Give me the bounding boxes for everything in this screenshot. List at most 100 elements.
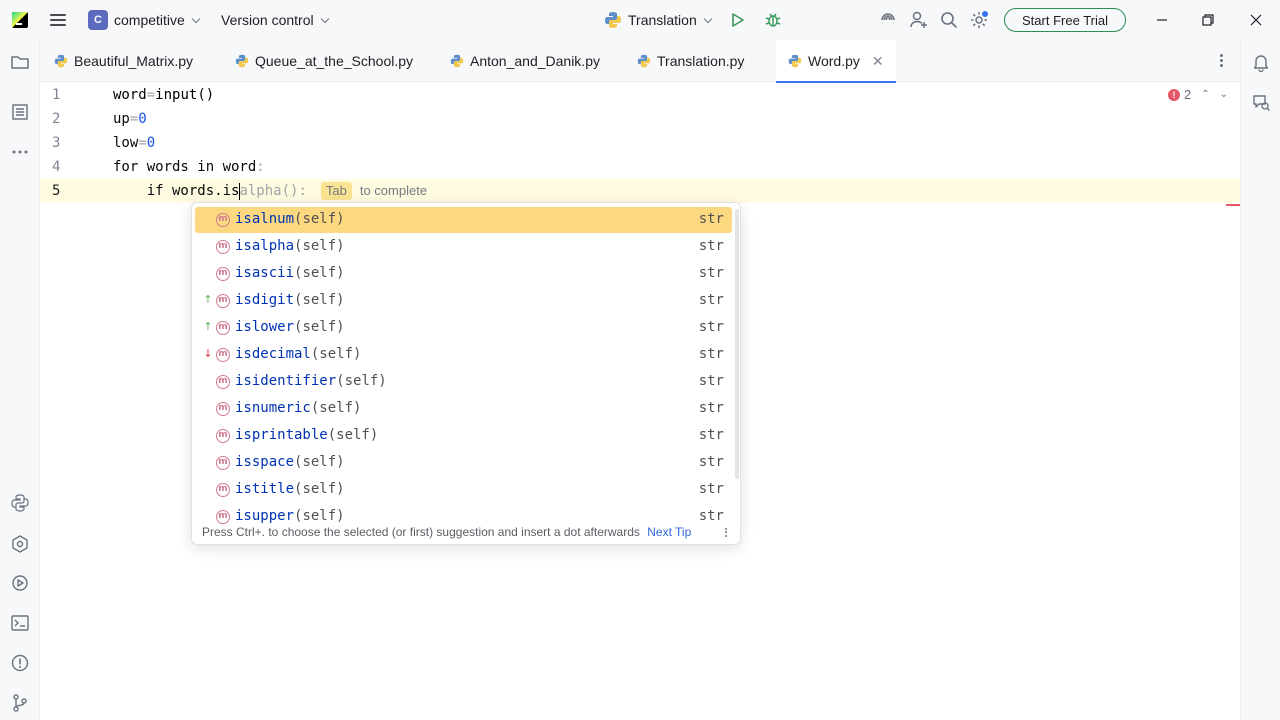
completion-footer: Press Ctrl+. to choose the selected (or … <box>192 519 740 544</box>
code-line-current: 5 if words.isalpha(): Tab to complete <box>40 179 1240 203</box>
completion-item[interactable]: m isascii(self) str <box>195 261 732 287</box>
code-text: word=input() <box>113 87 215 103</box>
version-control-menu[interactable]: Version control <box>221 12 329 28</box>
line-number: 5 <box>52 183 61 199</box>
method-icon: m <box>216 429 230 443</box>
start-free-trial-button[interactable]: Start Free Trial <box>1004 8 1126 32</box>
tab-anton-and-danik[interactable]: Anton_and_Danik.py <box>450 40 600 82</box>
completion-item-name: isspace(self) <box>235 454 345 470</box>
tab-translation[interactable]: Translation.py <box>637 40 744 82</box>
tab-hint-text: to complete <box>359 183 428 198</box>
close-window-icon[interactable] <box>1246 10 1266 30</box>
main-menu-icon[interactable] <box>48 11 68 29</box>
tab-queue-at-the-school[interactable]: Queue_at_the_School.py <box>235 40 413 82</box>
services-icon[interactable] <box>10 534 30 554</box>
completion-item[interactable]: m isidentifier(self) str <box>195 369 732 395</box>
project-badge[interactable]: C <box>88 10 108 30</box>
code-line: 3 low=0 <box>40 131 1240 155</box>
completion-item-type: str <box>698 454 724 470</box>
ai-assistant-icon[interactable] <box>878 10 898 30</box>
completion-item[interactable]: m isspace(self) str <box>195 450 732 476</box>
completion-item-name: islower(self) <box>235 319 345 335</box>
line-number: 1 <box>52 87 61 103</box>
completion-item[interactable]: ↓ m isdecimal(self) str <box>195 342 732 368</box>
completion-item-name: isprintable(self) <box>235 427 379 443</box>
completion-options-icon[interactable] <box>724 526 728 540</box>
rank-up-arrow-icon: ↑ <box>203 320 213 333</box>
completion-item[interactable]: ↑ m islower(self) str <box>195 315 732 341</box>
minimize-icon[interactable] <box>1152 10 1172 30</box>
next-problem-icon[interactable]: ⌄ <box>1220 89 1228 100</box>
left-tool-strip <box>0 40 40 720</box>
completion-item[interactable]: m isprintable(self) str <box>195 423 732 449</box>
error-icon: ! <box>1168 88 1180 101</box>
python-file-icon <box>637 54 651 68</box>
settings-gear-icon[interactable] <box>969 10 989 30</box>
run-icon[interactable] <box>730 12 746 28</box>
method-icon: m <box>216 483 230 497</box>
method-icon: m <box>216 267 230 281</box>
ai-chat-icon[interactable] <box>1251 92 1271 112</box>
more-tools-icon[interactable] <box>10 142 30 162</box>
line-number: 2 <box>52 111 61 127</box>
problems-icon[interactable] <box>10 653 30 673</box>
completion-item[interactable]: m isalpha(self) str <box>195 234 732 260</box>
run-configuration-selector[interactable]: Translation <box>628 12 712 28</box>
notifications-bell-icon[interactable] <box>1251 52 1271 72</box>
version-control-icon[interactable] <box>10 693 30 713</box>
code-line: 2 up=0 <box>40 107 1240 131</box>
inspection-widget[interactable]: ! 2 ⌃ ⌄ <box>1168 87 1228 102</box>
editor-tab-bar: Beautiful_Matrix.py Queue_at_the_School.… <box>40 40 1240 83</box>
python-file-icon <box>605 12 621 28</box>
completion-item-name: isidentifier(self) <box>235 373 387 389</box>
popup-scrollbar[interactable] <box>735 209 739 479</box>
version-control-label: Version control <box>221 12 314 28</box>
close-tab-icon[interactable]: ✕ <box>872 53 884 70</box>
tab-label: Queue_at_the_School.py <box>255 53 414 69</box>
completion-item[interactable]: m istitle(self) str <box>195 477 732 503</box>
previous-problem-icon[interactable]: ⌃ <box>1201 89 1209 100</box>
completion-tip-text: Press Ctrl+. to choose the selected (or … <box>202 525 640 539</box>
method-icon: m <box>216 321 230 335</box>
restore-icon[interactable] <box>1198 10 1218 30</box>
completion-item-type: str <box>698 292 724 308</box>
completion-item[interactable]: m isnumeric(self) str <box>195 396 732 422</box>
project-folder-icon[interactable] <box>10 52 30 72</box>
structure-icon[interactable] <box>10 102 30 122</box>
terminal-icon[interactable] <box>10 613 30 633</box>
tab-beautiful-matrix[interactable]: Beautiful_Matrix.py <box>54 40 193 82</box>
run-tool-icon[interactable] <box>10 573 30 593</box>
completion-item-type: str <box>698 346 724 362</box>
python-packages-icon[interactable] <box>10 493 30 513</box>
tab-options-icon[interactable] <box>1218 52 1224 70</box>
project-name: competitive <box>114 12 185 28</box>
next-tip-link[interactable]: Next Tip <box>647 525 691 539</box>
method-icon: m <box>216 240 230 254</box>
completion-item-type: str <box>698 319 724 335</box>
completion-item-type: str <box>698 238 724 254</box>
method-icon: m <box>216 213 230 227</box>
python-file-icon <box>450 54 464 68</box>
rank-up-arrow-icon: ↑ <box>203 293 213 306</box>
tab-label: Word.py <box>808 53 860 69</box>
inline-completion-ghost: alpha(): <box>239 183 307 199</box>
completion-item-name: isalpha(self) <box>235 238 345 254</box>
typed-code: if words.is <box>113 183 240 199</box>
debug-icon[interactable] <box>764 11 782 29</box>
tab-key-badge: Tab <box>320 182 352 200</box>
chevron-down-icon <box>191 14 201 24</box>
completion-item-name: isdecimal(self) <box>235 346 362 362</box>
completion-item-name: isalnum(self) <box>235 211 345 227</box>
tab-label: Anton_and_Danik.py <box>470 53 600 69</box>
error-stripe-marker[interactable] <box>1226 204 1240 206</box>
project-selector[interactable]: competitive <box>114 12 201 28</box>
error-count: 2 <box>1184 87 1192 102</box>
tab-word[interactable]: Word.py ✕ <box>776 40 896 83</box>
completion-item-name: isdigit(self) <box>235 292 345 308</box>
add-user-icon[interactable] <box>909 10 929 30</box>
code-text: if words.isalpha(): Tab to complete <box>113 179 427 203</box>
completion-item[interactable]: ↑ m isdigit(self) str <box>195 288 732 314</box>
completion-item[interactable]: m isalnum(self) str <box>195 207 732 233</box>
search-icon[interactable] <box>939 10 959 30</box>
completion-item-name: istitle(self) <box>235 481 345 497</box>
